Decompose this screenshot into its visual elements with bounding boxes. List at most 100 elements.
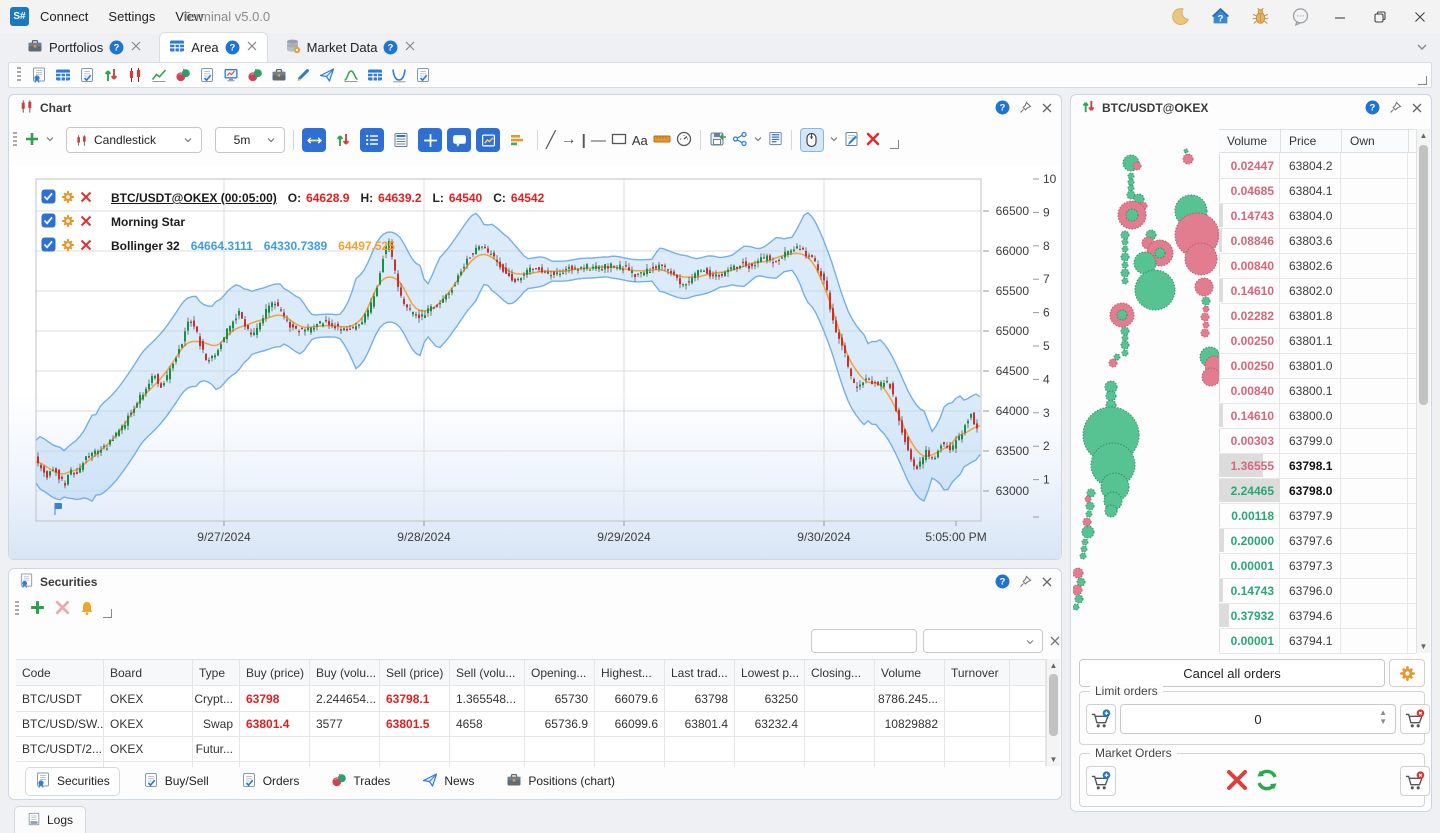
sell-limit-cart-button[interactable] (1400, 704, 1430, 734)
orderbook-col-price[interactable]: Price (1289, 134, 1316, 148)
delete-drawing-button[interactable] (865, 131, 881, 150)
visibility-checkbox[interactable] (41, 237, 56, 255)
doc-tab-market-data[interactable]: Market Data? (276, 33, 426, 62)
orderbook-col-own[interactable]: Own (1350, 134, 1375, 148)
securities-table[interactable]: CodeBoardTypeBuy (price)Buy (volu...Sell… (16, 659, 1046, 767)
save-chart-button[interactable] (709, 131, 727, 150)
buy-market-cart-button[interactable] (1086, 766, 1116, 796)
tooltip-button[interactable] (447, 128, 471, 152)
deal-toolbar-button[interactable] (174, 67, 191, 84)
timeframe-combo[interactable]: 5m (215, 127, 285, 153)
indicator-settings-gear-icon[interactable] (61, 190, 75, 207)
chart-toolbar-grip[interactable] (13, 132, 17, 148)
deal-toolbar-button[interactable] (246, 67, 263, 84)
doc-tab-area[interactable]: Area? (159, 32, 267, 62)
scroll-down-arrow[interactable]: ▼ (1047, 753, 1060, 766)
draw-arrow-tool[interactable]: → (561, 131, 577, 149)
column-header-5[interactable]: Sell (price) (380, 660, 450, 685)
add-indicator-button[interactable] (24, 131, 40, 150)
tab-help-icon[interactable]: ? (109, 40, 124, 55)
series-type-combo[interactable]: Candlestick (66, 127, 202, 153)
close-button[interactable] (1400, 0, 1440, 33)
pin-icon[interactable] (1389, 101, 1402, 117)
close-icon[interactable] (1041, 102, 1053, 117)
bug-report-button[interactable] (1240, 0, 1280, 33)
add-indicator-chevron[interactable] (45, 133, 55, 147)
remove-indicator-icon[interactable] (80, 191, 92, 206)
scroll-down-arrow[interactable]: ▼ (1417, 640, 1430, 653)
dock-tab-news[interactable]: News (413, 768, 483, 795)
limit-volume-spinner[interactable]: 0 ▲▼ (1120, 704, 1396, 734)
share-button[interactable] (732, 131, 748, 150)
orderbook-row-63797.6[interactable]: 0.2000063797.6 (1219, 528, 1416, 554)
dock-tab-securities[interactable]: Securities (25, 767, 120, 796)
orderbook-row-63796.0[interactable]: 0.1474363796.0 (1219, 578, 1416, 604)
home-help-button[interactable]: ? (1200, 0, 1240, 33)
dock-tab-positions-chart-[interactable]: Positions (chart) (497, 768, 624, 795)
column-header-0[interactable]: Code (16, 660, 104, 685)
securities-row-0[interactable]: BTC/USDTOKEXCrypt...637982.244654...6379… (16, 686, 1046, 712)
help-icon[interactable]: ? (1365, 100, 1380, 118)
report-view-button[interactable] (389, 128, 413, 152)
area-curve-toolbar-button[interactable] (342, 67, 359, 84)
mouse-mode-chevron[interactable] (829, 133, 839, 147)
volume-profile-button[interactable] (505, 128, 529, 152)
orderbook-col-volume[interactable]: Volume (1227, 134, 1267, 148)
orderbook-row-63800.1[interactable]: 0.0084063800.1 (1219, 378, 1416, 404)
filter-clear-icon[interactable] (1049, 635, 1061, 650)
menu-connect[interactable]: Connect (30, 0, 98, 33)
securities-scrollbar[interactable]: ▲ ▼ (1046, 659, 1060, 766)
orderbook-row-63801.0[interactable]: 0.0025063801.0 (1219, 353, 1416, 379)
column-header-12[interactable]: Volume (875, 660, 945, 685)
column-header-6[interactable]: Sell (volu... (450, 660, 525, 685)
orderbook-scrollbar[interactable]: ▲ ▼ (1416, 129, 1430, 653)
ruler-tool[interactable] (653, 133, 671, 148)
cancel-all-orders-button[interactable]: Cancel all orders (1079, 659, 1385, 687)
security-cert-toolbar-button[interactable] (30, 67, 47, 84)
securities-toolbar-grip[interactable] (15, 601, 19, 617)
orderbook-row-63798.0[interactable]: 2.2446563798.0 (1219, 478, 1416, 504)
feedback-chat-button[interactable] (1280, 0, 1320, 33)
orderbook-row-63797.9[interactable]: 0.0011863797.9 (1219, 503, 1416, 529)
list-view-button[interactable] (360, 128, 384, 152)
sell-market-cart-button[interactable] (1400, 766, 1430, 796)
share-chevron[interactable] (753, 133, 763, 147)
visibility-checkbox[interactable] (41, 213, 56, 231)
auto-range-button[interactable] (302, 128, 326, 152)
column-header-13[interactable]: Turnover (945, 660, 1010, 685)
scroll-thumb[interactable] (1049, 674, 1058, 736)
doc-check-toolbar-button[interactable] (78, 67, 95, 84)
candles-toolbar-button[interactable] (126, 67, 143, 84)
orderbook-row-63803.6[interactable]: 0.0884663803.6 (1219, 228, 1416, 254)
securities-row-2[interactable]: BTC/USDT/2...OKEXFutur... (16, 736, 1046, 762)
orderbook-row-63801.8[interactable]: 0.0228263801.8 (1219, 303, 1416, 329)
column-header-3[interactable]: Buy (price) (240, 660, 310, 685)
orderbook-row-63804.2[interactable]: 0.0244763804.2 (1219, 153, 1416, 179)
column-header-1[interactable]: Board (104, 660, 193, 685)
doc-check-toolbar-button[interactable] (198, 67, 215, 84)
orderbook-row-63802.0[interactable]: 0.1461063802.0 (1219, 278, 1416, 304)
draw-line-tool[interactable]: ╱ (546, 130, 556, 150)
pencil-toolbar-button[interactable] (294, 67, 311, 84)
scroll-thumb[interactable] (1419, 145, 1428, 405)
dock-tab-orders[interactable]: Orders (232, 768, 309, 795)
tab-close-icon[interactable] (130, 40, 142, 55)
tab-close-icon[interactable] (404, 40, 416, 55)
orderbook-row-63804.1[interactable]: 0.0468563804.1 (1219, 178, 1416, 204)
orderbook-row-63804.0[interactable]: 0.1474363804.0 (1219, 203, 1416, 229)
close-icon[interactable] (1411, 102, 1423, 117)
dock-tab-buy-sell[interactable]: Buy/Sell (134, 768, 218, 795)
column-header-10[interactable]: Lowest p... (735, 660, 805, 685)
draw-text-tool[interactable]: Aa (632, 133, 648, 148)
close-icon[interactable] (1041, 576, 1053, 591)
spinner-chevrons[interactable]: ▲▼ (1379, 708, 1387, 726)
logs-tab[interactable]: Logs (14, 806, 86, 833)
visibility-checkbox[interactable] (41, 189, 56, 207)
column-header-11[interactable]: Closing... (805, 660, 875, 685)
alert-bell-button[interactable] (79, 600, 95, 619)
securities-filter-combo[interactable] (923, 629, 1043, 653)
draw-rectangle-tool[interactable] (611, 132, 627, 149)
tab-help-icon[interactable]: ? (383, 40, 398, 55)
orderbook-row-63797.3[interactable]: 0.0000163797.3 (1219, 553, 1416, 579)
indicator-settings-gear-icon[interactable] (61, 214, 75, 231)
